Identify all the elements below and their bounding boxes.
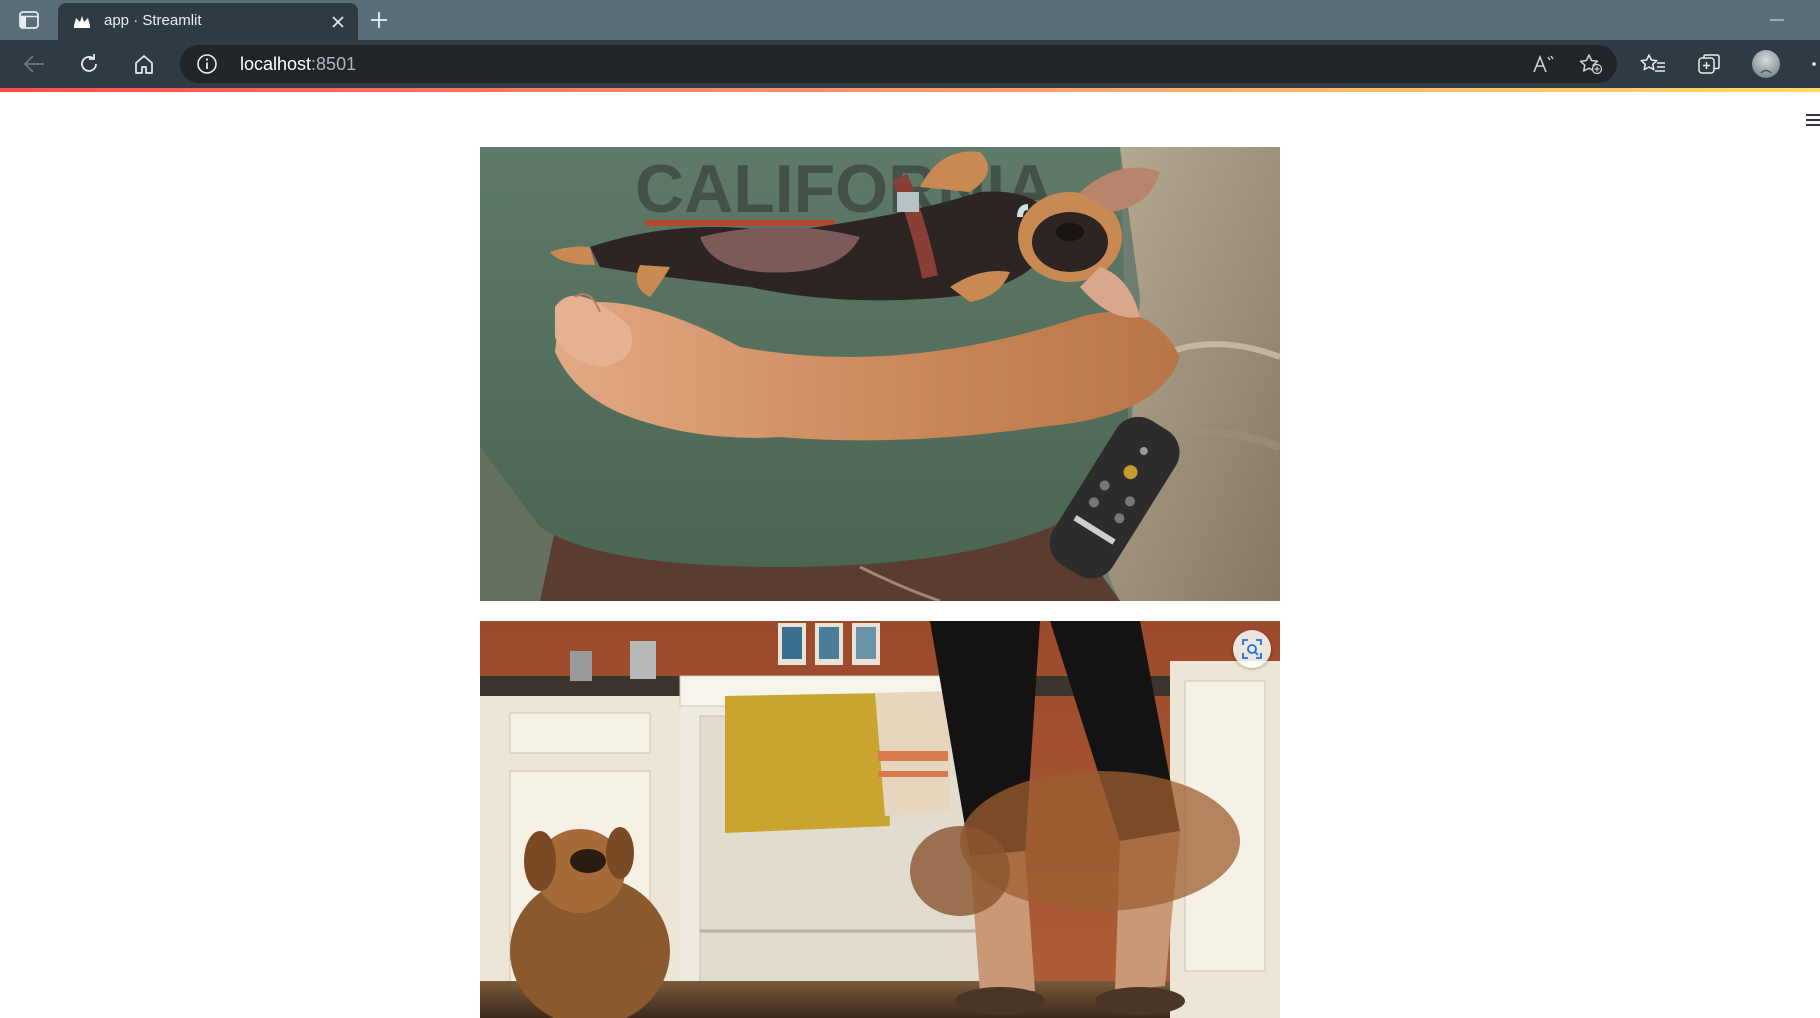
plus-icon xyxy=(371,12,387,28)
puppy-on-arm-photo: CALIFORNIA xyxy=(480,147,1280,601)
url-text[interactable]: localhost:8501 xyxy=(240,54,356,75)
info-icon[interactable] xyxy=(196,53,218,75)
kitchen-dogs-photo xyxy=(480,621,1280,1018)
visual-search-icon[interactable] xyxy=(1233,630,1271,668)
refresh-icon[interactable] xyxy=(72,48,106,80)
browser-tab[interactable]: app · Streamlit xyxy=(58,3,358,40)
collections-icon[interactable] xyxy=(1692,48,1726,80)
star-plus-icon[interactable] xyxy=(1576,50,1606,78)
address-bar[interactable]: localhost:8501 xyxy=(180,45,1617,83)
tab-title: app · Streamlit xyxy=(104,12,202,29)
back-arrow-icon[interactable] xyxy=(17,48,51,80)
new-tab-button[interactable] xyxy=(366,8,392,32)
minimize-button[interactable] xyxy=(1764,8,1790,32)
hamburger-menu-icon[interactable] xyxy=(1806,112,1820,128)
streamlit-loading-accent-bar xyxy=(0,88,1820,92)
close-icon[interactable] xyxy=(328,12,348,32)
minimize-icon xyxy=(1770,19,1784,21)
streamlit-crown-icon xyxy=(73,13,91,31)
browser-toolbar: localhost:8501 xyxy=(0,40,1820,88)
tab-bar: app · Streamlit xyxy=(0,0,1820,40)
url-host: localhost xyxy=(240,54,312,74)
more-icon[interactable] xyxy=(1804,48,1820,80)
url-port: :8501 xyxy=(311,54,357,74)
home-icon[interactable] xyxy=(127,48,161,80)
tab-actions-icon[interactable] xyxy=(14,8,44,32)
read-aloud-icon[interactable] xyxy=(1528,50,1558,78)
favorites-icon[interactable] xyxy=(1636,48,1670,80)
avatar[interactable] xyxy=(1749,48,1783,80)
